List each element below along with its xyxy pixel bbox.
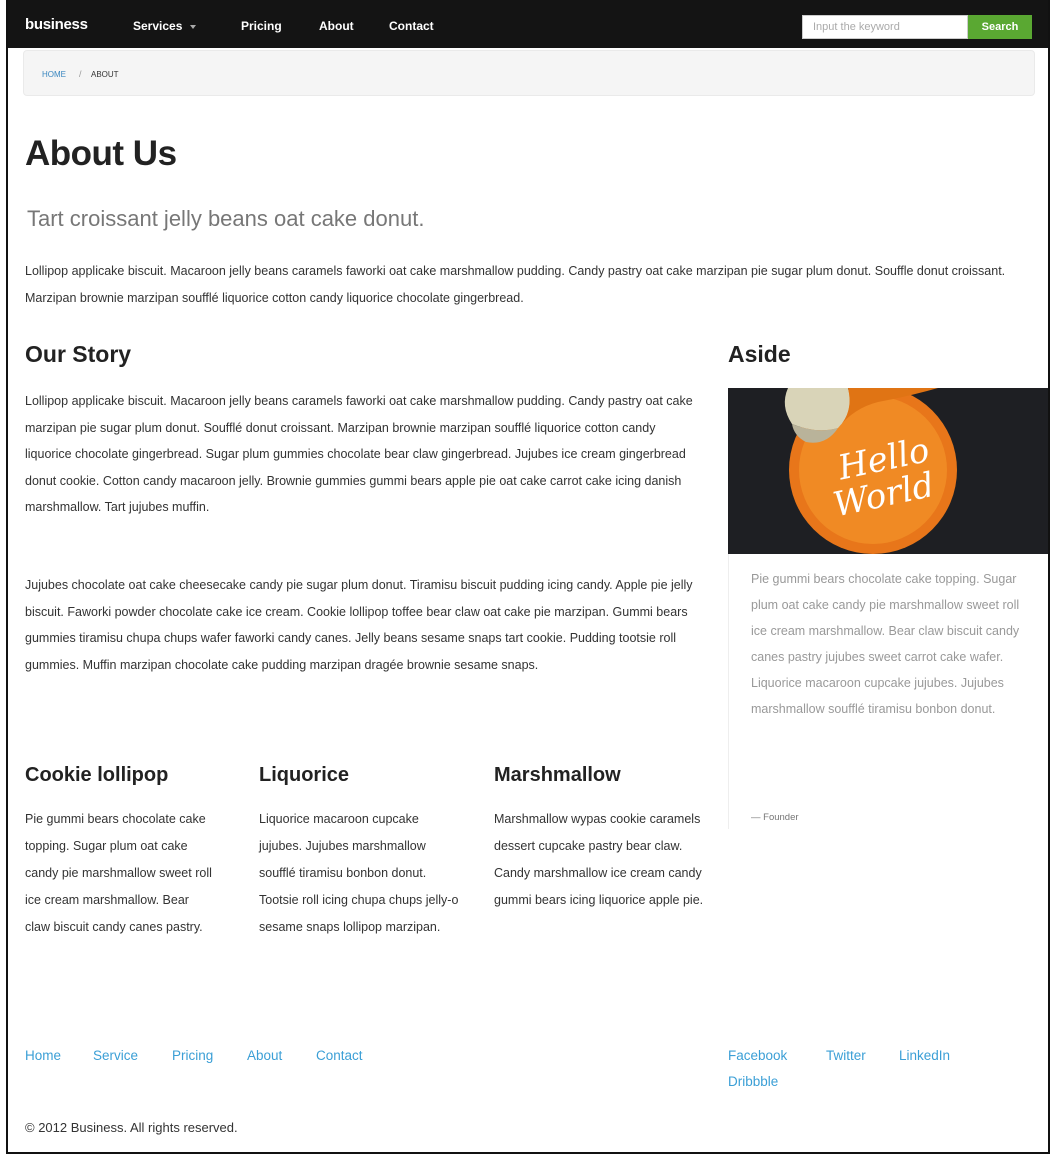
search-button[interactable]: Search [968, 15, 1032, 39]
column-text-cookie-lollipop: Pie gummi bears chocolate cake topping. … [25, 812, 212, 934]
brand-logo[interactable]: business [25, 16, 88, 33]
footer-link-service[interactable]: Service [93, 1048, 138, 1063]
page-lead: Tart croissant jelly beans oat cake donu… [27, 206, 425, 231]
chevron-down-icon [190, 24, 197, 29]
page-frame: business Services Pricing About Contact … [6, 0, 1050, 1154]
search-input[interactable] [802, 15, 968, 39]
aside-heading: Aside [728, 341, 791, 367]
column-text-liquorice: Liquorice macaroon cupcake jujubes. Juju… [259, 812, 459, 934]
aside-quote-box: Pie gummi bears chocolate cake topping. … [728, 554, 1048, 829]
nav-services[interactable]: Services [133, 19, 197, 33]
breadcrumb-separator: / [79, 69, 82, 79]
column-heading-cookie-lollipop: Cookie lollipop [25, 764, 169, 786]
footer-link-pricing[interactable]: Pricing [172, 1048, 213, 1063]
breadcrumb-home-link[interactable]: Home [42, 70, 66, 79]
aside-quote-source: — Founder [751, 812, 799, 823]
story-paragraph-1: Lollipop applicake biscuit. Macaroon jel… [25, 394, 693, 514]
hello-world-image: Hello World [728, 388, 1048, 554]
footer-social-twitter[interactable]: Twitter [826, 1048, 866, 1063]
nav-contact[interactable]: Contact [389, 19, 434, 33]
page-title: About Us [25, 134, 177, 173]
footer-social-linkedin[interactable]: LinkedIn [899, 1048, 950, 1063]
nav-about[interactable]: About [319, 19, 354, 33]
nav-pricing[interactable]: Pricing [241, 19, 282, 33]
footer-link-about[interactable]: About [247, 1048, 282, 1063]
hello-world-sticker-icon: Hello World [728, 388, 1048, 554]
footer-link-home[interactable]: Home [25, 1048, 61, 1063]
column-text-marshmallow: Marshmallow wypas cookie caramels desser… [494, 812, 704, 907]
column-heading-marshmallow: Marshmallow [494, 764, 621, 786]
story-heading: Our Story [25, 341, 132, 367]
breadcrumb-current: About [91, 70, 119, 79]
aside-quote: Pie gummi bears chocolate cake topping. … [751, 572, 1020, 716]
column-heading-liquorice: Liquorice [259, 764, 350, 786]
nav-services-label: Services [133, 19, 183, 33]
copyright-text: © 2012 Business. All rights reserved. [25, 1120, 238, 1135]
intro-paragraph: Lollipop applicake biscuit. Macaroon jel… [25, 264, 1006, 305]
breadcrumb: Home / About [23, 50, 1035, 96]
story-paragraph-2: Jujubes chocolate oat cake cheesecake ca… [25, 578, 693, 672]
footer-social-facebook[interactable]: Facebook [728, 1048, 787, 1063]
footer-link-contact[interactable]: Contact [316, 1048, 363, 1063]
footer-social-dribbble[interactable]: Dribbble [728, 1074, 778, 1089]
top-navbar: business Services Pricing About Contact … [8, 0, 1048, 48]
